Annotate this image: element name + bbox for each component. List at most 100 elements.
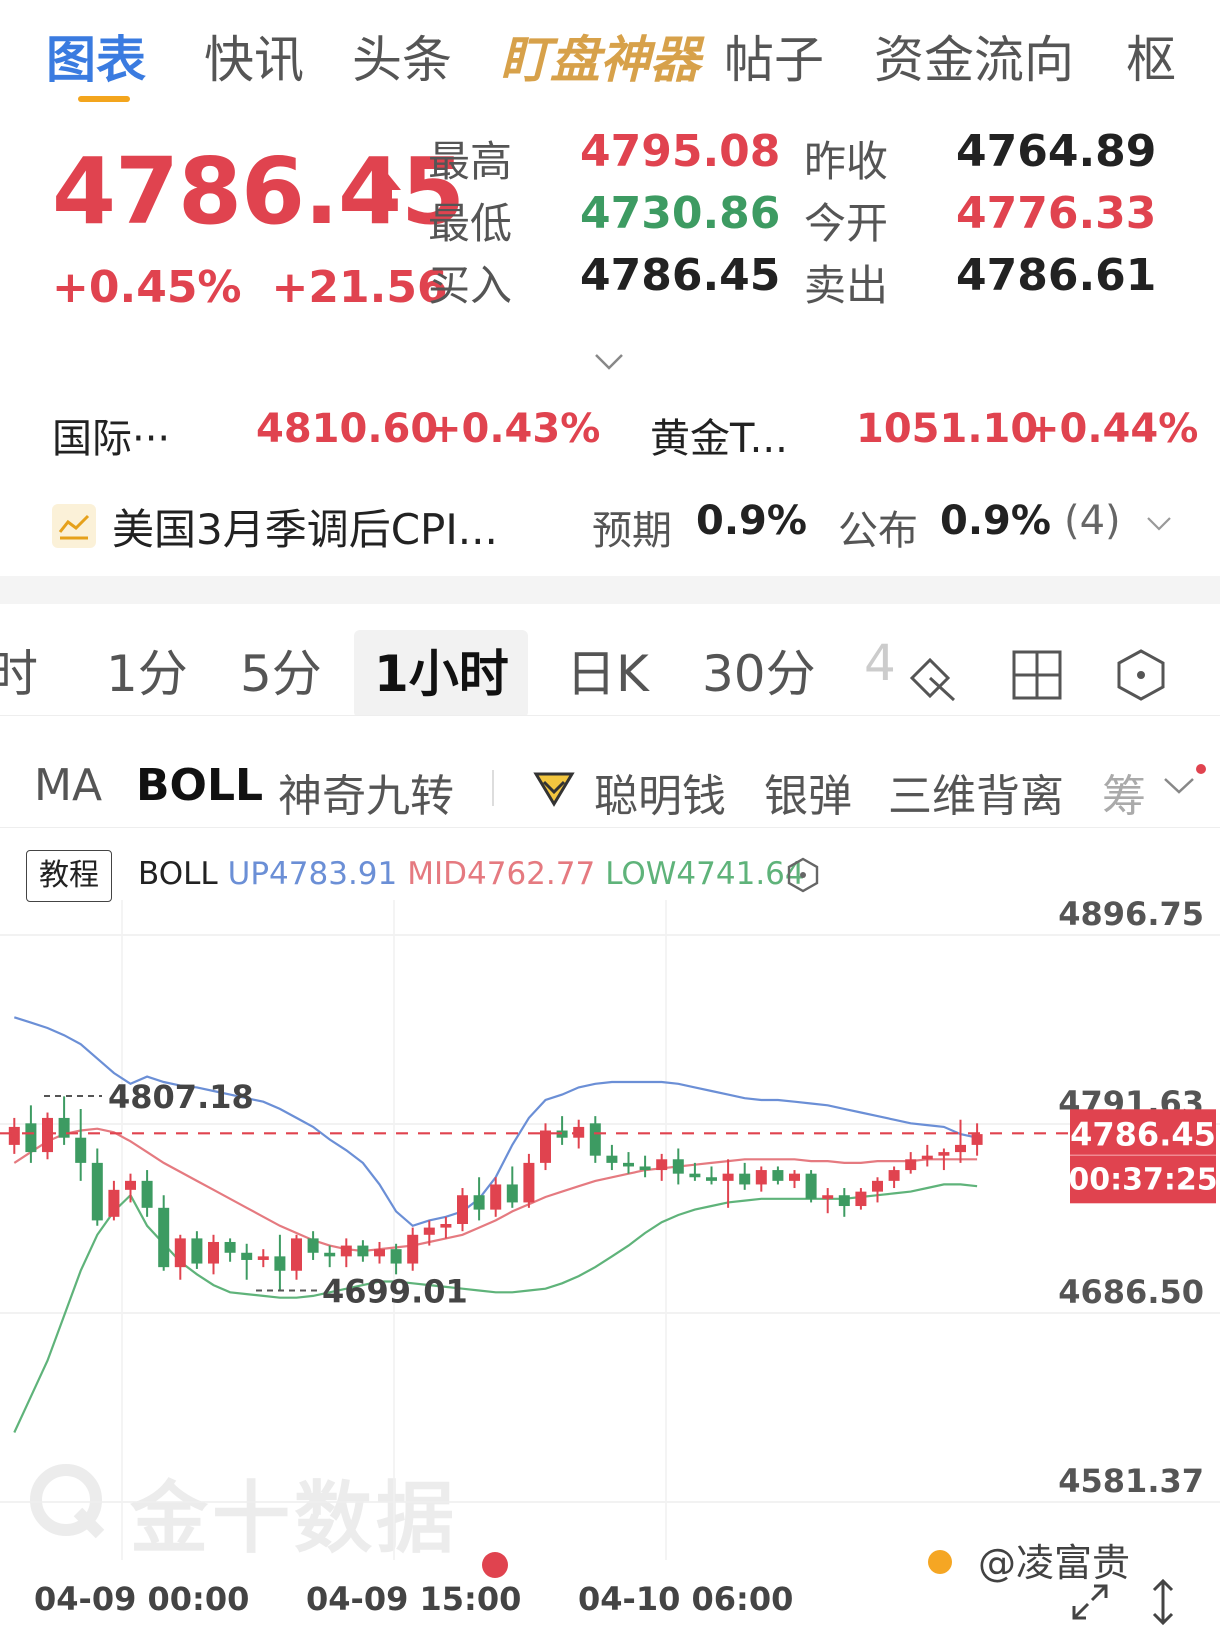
candle-body: [75, 1137, 87, 1163]
layout-grid-icon[interactable]: [1010, 648, 1064, 702]
candle-body: [390, 1249, 402, 1264]
candle-body: [423, 1227, 435, 1235]
low-label: 最低: [428, 199, 513, 248]
candle-body: [789, 1173, 800, 1181]
section-divider: [0, 576, 1220, 604]
tab-flash-news[interactable]: 快讯: [204, 20, 304, 92]
candle-body: [606, 1155, 618, 1163]
period-timeshare[interactable]: 时: [0, 634, 38, 706]
last-price-tag-value: 4786.45: [1070, 1115, 1216, 1153]
y-tick-label: 4581.37: [1058, 1462, 1204, 1500]
candle-body: [141, 1180, 153, 1208]
tab-headlines[interactable]: 头条: [352, 20, 452, 92]
candle-body: [340, 1245, 352, 1257]
high-marker-label: 4807.18: [108, 1078, 254, 1116]
actual-value: 0.9%: [940, 498, 1051, 544]
tab-fund-flow[interactable]: 资金流向: [874, 20, 1074, 92]
candle-body: [905, 1159, 917, 1171]
tab-more[interactable]: 枢: [1126, 20, 1176, 92]
tutorial-button[interactable]: 教程: [26, 850, 112, 902]
open-value: 4776.33: [956, 188, 1157, 239]
candle-body: [8, 1126, 20, 1145]
status-dot: [928, 1550, 952, 1574]
boll-low-value: LOW4741.64: [605, 856, 805, 892]
low-marker-label: 4699.01: [322, 1273, 468, 1311]
candle-body: [589, 1123, 601, 1156]
related-2-price: 1051.10: [856, 406, 1039, 452]
fullscreen-icon[interactable]: [1070, 1582, 1110, 1622]
period-30min[interactable]: 30分: [702, 634, 816, 706]
price-change: +0.45% +21.56: [52, 262, 448, 313]
candle-body: [805, 1173, 817, 1199]
candle-body: [706, 1177, 717, 1181]
change-absolute: +21.56: [271, 262, 448, 313]
related-1-name[interactable]: 国际···: [52, 406, 170, 464]
indicator-nine-turn[interactable]: 神奇九转: [278, 760, 454, 824]
candle-body: [772, 1170, 784, 1181]
candle-body: [921, 1155, 933, 1160]
chevron-down-icon[interactable]: [594, 352, 624, 372]
candle-body: [971, 1134, 983, 1145]
vertical-scroll-icon[interactable]: [1150, 1578, 1176, 1626]
high-label: 最高: [428, 137, 513, 186]
candle-body: [490, 1184, 502, 1210]
period-4hour[interactable]: 4: [864, 634, 896, 692]
open-label: 今开: [804, 199, 889, 248]
period-1min[interactable]: 1分: [106, 634, 188, 706]
indicator-silver-bullet[interactable]: 银弹: [764, 760, 852, 824]
boll-mid-value: MID4762.77: [407, 856, 596, 892]
period-5min[interactable]: 5分: [240, 634, 322, 706]
live-indicator-dot: [482, 1552, 508, 1578]
candle-body: [42, 1117, 53, 1153]
candle-body: [174, 1238, 186, 1268]
chart-grid: [0, 900, 1220, 1560]
indicator-boll[interactable]: BOLL: [136, 760, 263, 811]
indicator-ma[interactable]: MA: [34, 760, 102, 811]
candle-body: [672, 1159, 684, 1174]
indicator-smart-money[interactable]: 聪明钱: [594, 760, 726, 824]
period-1hour[interactable]: 1小时: [374, 634, 509, 706]
boll-name: BOLL: [138, 856, 218, 892]
candle-body: [357, 1245, 369, 1257]
tab-posts[interactable]: 帖子: [724, 20, 824, 92]
prev-close-label: 昨收: [804, 137, 889, 186]
draw-tool-icon[interactable]: [906, 648, 960, 702]
author-credit: @凌富贵: [978, 1541, 1131, 1585]
settings-hexagon-icon[interactable]: [1114, 648, 1168, 702]
candle-body: [108, 1189, 120, 1217]
candle-body: [457, 1195, 468, 1225]
tab-watch-tool[interactable]: 盯盘神器: [500, 20, 700, 92]
period-selector: 时 1分 5分 1小时 日K 30分 4: [0, 604, 1220, 716]
candle-body: [307, 1238, 319, 1253]
indicator-chips[interactable]: 筹: [1102, 760, 1146, 824]
related-1-price: 4810.60: [256, 406, 439, 452]
x-tick-label: 04-10 06:00: [578, 1580, 794, 1618]
economic-event-row[interactable]: 美国3月季调后CPI... 预期 0.9% 公布 0.9% (4): [52, 496, 1202, 556]
related-2-name[interactable]: 黄金T...: [650, 406, 788, 464]
high-value: 4795.08: [580, 126, 781, 177]
related-2-change: +0.44%: [1026, 406, 1199, 452]
period-day[interactable]: 日K: [566, 634, 649, 706]
x-tick-label: 04-09 15:00: [306, 1580, 522, 1618]
related-1-change: +0.43%: [428, 406, 601, 452]
candle-body: [938, 1152, 950, 1156]
indicator-divider: [492, 770, 494, 806]
candle-body: [25, 1123, 37, 1153]
chevron-down-icon[interactable]: [1146, 516, 1172, 532]
candle-body: [158, 1207, 170, 1268]
countdown-label: 00:37:25: [1068, 1162, 1217, 1197]
indicator-3d-divergence[interactable]: 三维背离: [888, 760, 1064, 824]
prev-close-value: 4764.89: [956, 126, 1157, 177]
boll-up-value: UP4783.91: [227, 856, 398, 892]
candle-body: [191, 1238, 203, 1264]
settings-hexagon-icon[interactable]: [786, 856, 820, 894]
tab-chart[interactable]: 图表: [46, 20, 146, 92]
candle-body: [855, 1191, 867, 1207]
chevron-down-icon[interactable]: [1162, 776, 1196, 796]
candle-body: [440, 1224, 452, 1228]
active-tab-indicator: [78, 96, 130, 102]
candlestick-chart[interactable]: 4807.184699.01 4896.754791.634686.504581…: [0, 900, 1220, 1580]
y-tick-label: 4896.75: [1058, 900, 1204, 933]
candle-body: [689, 1173, 701, 1178]
current-price: 4786.45: [52, 138, 465, 245]
